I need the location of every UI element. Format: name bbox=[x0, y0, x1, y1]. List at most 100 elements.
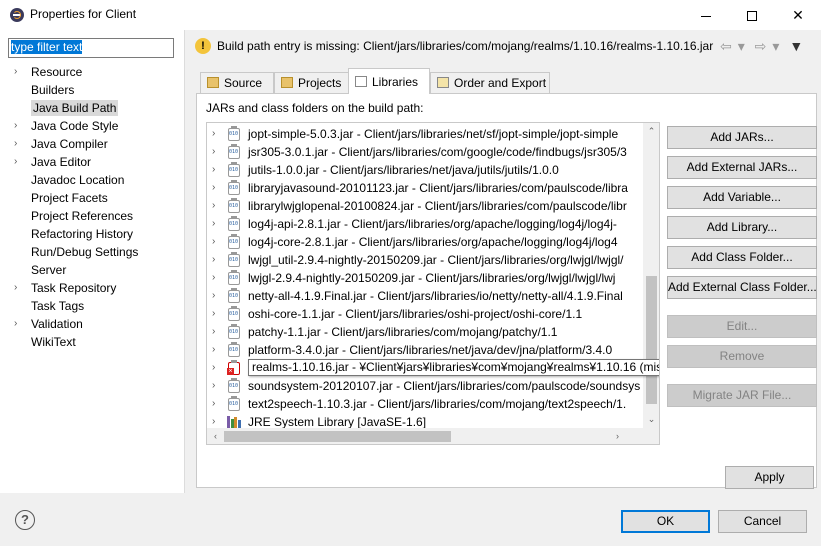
add-external-jars-button[interactable]: Add External JARs... bbox=[667, 156, 817, 179]
library-entry[interactable]: › jutils-1.0.0.jar - Client/jars/librarie… bbox=[207, 161, 643, 179]
library-entry[interactable]: › oshi-core-1.1.jar - Client/jars/librari… bbox=[207, 305, 643, 323]
library-entry[interactable]: › jopt-simple-5.0.3.jar - Client/jars/lib… bbox=[207, 125, 643, 143]
scroll-right-icon[interactable]: › bbox=[609, 428, 626, 444]
chevron-right-icon[interactable]: › bbox=[14, 279, 17, 297]
chevron-right-icon[interactable]: › bbox=[212, 143, 215, 161]
scroll-up-icon[interactable]: ⌃ bbox=[643, 123, 659, 140]
help-icon[interactable]: ? bbox=[15, 510, 35, 530]
close-button[interactable]: ✕ bbox=[775, 0, 821, 30]
library-entry[interactable]: › platform-3.4.0.jar - Client/jars/librar… bbox=[207, 341, 643, 359]
library-entry[interactable]: › lwjgl-2.9.4-nightly-20150209.jar - Clie… bbox=[207, 269, 643, 287]
add-jars-button[interactable]: Add JARs... bbox=[667, 126, 817, 149]
vertical-scroll-thumb[interactable] bbox=[646, 276, 657, 404]
nav-item[interactable]: Refactoring History bbox=[0, 225, 184, 243]
back-arrow-icon[interactable]: ⇦ bbox=[720, 38, 732, 54]
chevron-right-icon[interactable]: › bbox=[212, 287, 215, 305]
remove-button[interactable]: Remove bbox=[667, 345, 817, 368]
tab-source[interactable]: Source bbox=[200, 72, 274, 94]
nav-item[interactable]: Java Build Path bbox=[0, 99, 184, 117]
chevron-right-icon[interactable]: › bbox=[212, 215, 215, 233]
libraries-tree[interactable]: › jopt-simple-5.0.3.jar - Client/jars/lib… bbox=[206, 122, 660, 445]
library-entry-label: oshi-core-1.1.jar - Client/jars/librarie… bbox=[248, 307, 583, 321]
chevron-right-icon[interactable]: › bbox=[212, 323, 215, 341]
nav-item-label: Server bbox=[31, 263, 67, 277]
chevron-right-icon[interactable]: › bbox=[212, 197, 215, 215]
chevron-right-icon[interactable]: › bbox=[212, 305, 215, 323]
horizontal-scrollbar[interactable]: ‹ › bbox=[207, 428, 643, 444]
chevron-right-icon[interactable]: › bbox=[212, 233, 215, 251]
nav-item[interactable]: Project References bbox=[0, 207, 184, 225]
nav-item[interactable]: › Java Compiler bbox=[0, 135, 184, 153]
add-external-class-folder-button[interactable]: Add External Class Folder... bbox=[667, 276, 817, 299]
library-entry[interactable]: › librarylwjglopenal-20100824.jar - Clien… bbox=[207, 197, 643, 215]
scroll-left-icon[interactable]: ‹ bbox=[207, 428, 224, 444]
chevron-right-icon[interactable]: › bbox=[212, 359, 215, 377]
add-class-folder-button[interactable]: Add Class Folder... bbox=[667, 246, 817, 269]
chevron-right-icon[interactable]: › bbox=[212, 377, 215, 395]
tab-libraries[interactable]: Libraries bbox=[348, 68, 430, 94]
library-entry[interactable]: › libraryjavasound-20101123.jar - Client/… bbox=[207, 179, 643, 197]
library-entry[interactable]: › log4j-api-2.8.1.jar - Client/jars/libra… bbox=[207, 215, 643, 233]
nav-item[interactable]: Run/Debug Settings bbox=[0, 243, 184, 261]
chevron-right-icon[interactable]: › bbox=[212, 125, 215, 143]
nav-item[interactable]: Server bbox=[0, 261, 184, 279]
chevron-right-icon[interactable]: › bbox=[14, 63, 17, 81]
nav-item[interactable]: › Validation bbox=[0, 315, 184, 333]
chevron-right-icon[interactable]: › bbox=[14, 153, 17, 171]
forward-arrow-icon[interactable]: ⇨ bbox=[755, 38, 767, 54]
add-variable-button[interactable]: Add Variable... bbox=[667, 186, 817, 209]
library-entry[interactable]: › soundsystem-20120107.jar - Client/jars/… bbox=[207, 377, 643, 395]
chevron-right-icon[interactable]: › bbox=[14, 135, 17, 153]
library-entry[interactable]: › × realms-1.10.16.jar - ¥Client¥jars¥libr… bbox=[207, 359, 659, 377]
nav-item[interactable]: WikiText bbox=[0, 333, 184, 351]
horizontal-scroll-thumb[interactable] bbox=[224, 431, 451, 442]
nav-item[interactable]: › Resource bbox=[0, 63, 184, 81]
nav-item[interactable]: › Java Code Style bbox=[0, 117, 184, 135]
tab-order-and-export[interactable]: Order and Export bbox=[430, 72, 550, 94]
chevron-right-icon[interactable]: › bbox=[212, 179, 215, 197]
minimize-button[interactable] bbox=[683, 0, 729, 30]
nav-item-label: Project Facets bbox=[31, 191, 108, 205]
chevron-right-icon[interactable]: › bbox=[212, 395, 215, 413]
chevron-right-icon[interactable]: › bbox=[212, 251, 215, 269]
library-entry[interactable]: › lwjgl_util-2.9.4-nightly-20150209.jar -… bbox=[207, 251, 643, 269]
chevron-right-icon[interactable]: › bbox=[212, 341, 215, 359]
library-entry-label: netty-all-4.1.9.Final.jar - Client/jars/… bbox=[248, 289, 623, 303]
cancel-button[interactable]: Cancel bbox=[718, 510, 807, 533]
tab-label: Order and Export bbox=[454, 76, 547, 90]
view-menu-icon[interactable]: ▼ bbox=[789, 38, 803, 54]
edit-button[interactable]: Edit... bbox=[667, 315, 817, 338]
library-entry[interactable]: › netty-all-4.1.9.Final.jar - Client/jars… bbox=[207, 287, 643, 305]
nav-item[interactable]: › Java Editor bbox=[0, 153, 184, 171]
migrate-jar-button[interactable]: Migrate JAR File... bbox=[667, 384, 817, 407]
minimize-icon bbox=[701, 15, 711, 17]
chevron-right-icon[interactable]: › bbox=[212, 269, 215, 287]
nav-item[interactable]: Project Facets bbox=[0, 189, 184, 207]
filter-text: type filter text bbox=[11, 40, 83, 54]
forward-menu-icon[interactable]: ▾ bbox=[772, 38, 779, 54]
nav-item[interactable]: Builders bbox=[0, 81, 184, 99]
nav-item[interactable]: › Task Repository bbox=[0, 279, 184, 297]
nav-item[interactable]: Javadoc Location bbox=[0, 171, 184, 189]
apply-button[interactable]: Apply bbox=[725, 466, 814, 489]
filter-input[interactable]: type filter text bbox=[8, 38, 174, 58]
dialog-footer: ? OK Cancel bbox=[0, 493, 821, 546]
vertical-scrollbar[interactable]: ⌃ ⌄ bbox=[643, 123, 659, 428]
library-entry-label: platform-3.4.0.jar - Client/jars/librari… bbox=[248, 343, 613, 357]
add-library-button[interactable]: Add Library... bbox=[667, 216, 817, 239]
back-menu-icon[interactable]: ▾ bbox=[738, 38, 745, 54]
library-entry[interactable]: › jsr305-3.0.1.jar - Client/jars/librarie… bbox=[207, 143, 643, 161]
ok-button[interactable]: OK bbox=[621, 510, 710, 533]
library-entry[interactable]: › log4j-core-2.8.1.jar - Client/jars/libr… bbox=[207, 233, 643, 251]
nav-item[interactable]: Task Tags bbox=[0, 297, 184, 315]
chevron-right-icon[interactable]: › bbox=[14, 117, 17, 135]
build-path-tabs: Source Projects Libraries Order and Expo… bbox=[196, 68, 817, 488]
library-entry[interactable]: › text2speech-1.10.3.jar - Client/jars/li… bbox=[207, 395, 643, 413]
tab-projects[interactable]: Projects bbox=[274, 72, 350, 94]
chevron-right-icon[interactable]: › bbox=[212, 161, 215, 179]
scroll-down-icon[interactable]: ⌄ bbox=[643, 411, 659, 428]
maximize-button[interactable] bbox=[729, 0, 775, 30]
chevron-right-icon[interactable]: › bbox=[14, 315, 17, 333]
library-entry-label: patchy-1.1.jar - Client/jars/libraries/c… bbox=[248, 325, 558, 339]
library-entry[interactable]: › patchy-1.1.jar - Client/jars/libraries/… bbox=[207, 323, 643, 341]
